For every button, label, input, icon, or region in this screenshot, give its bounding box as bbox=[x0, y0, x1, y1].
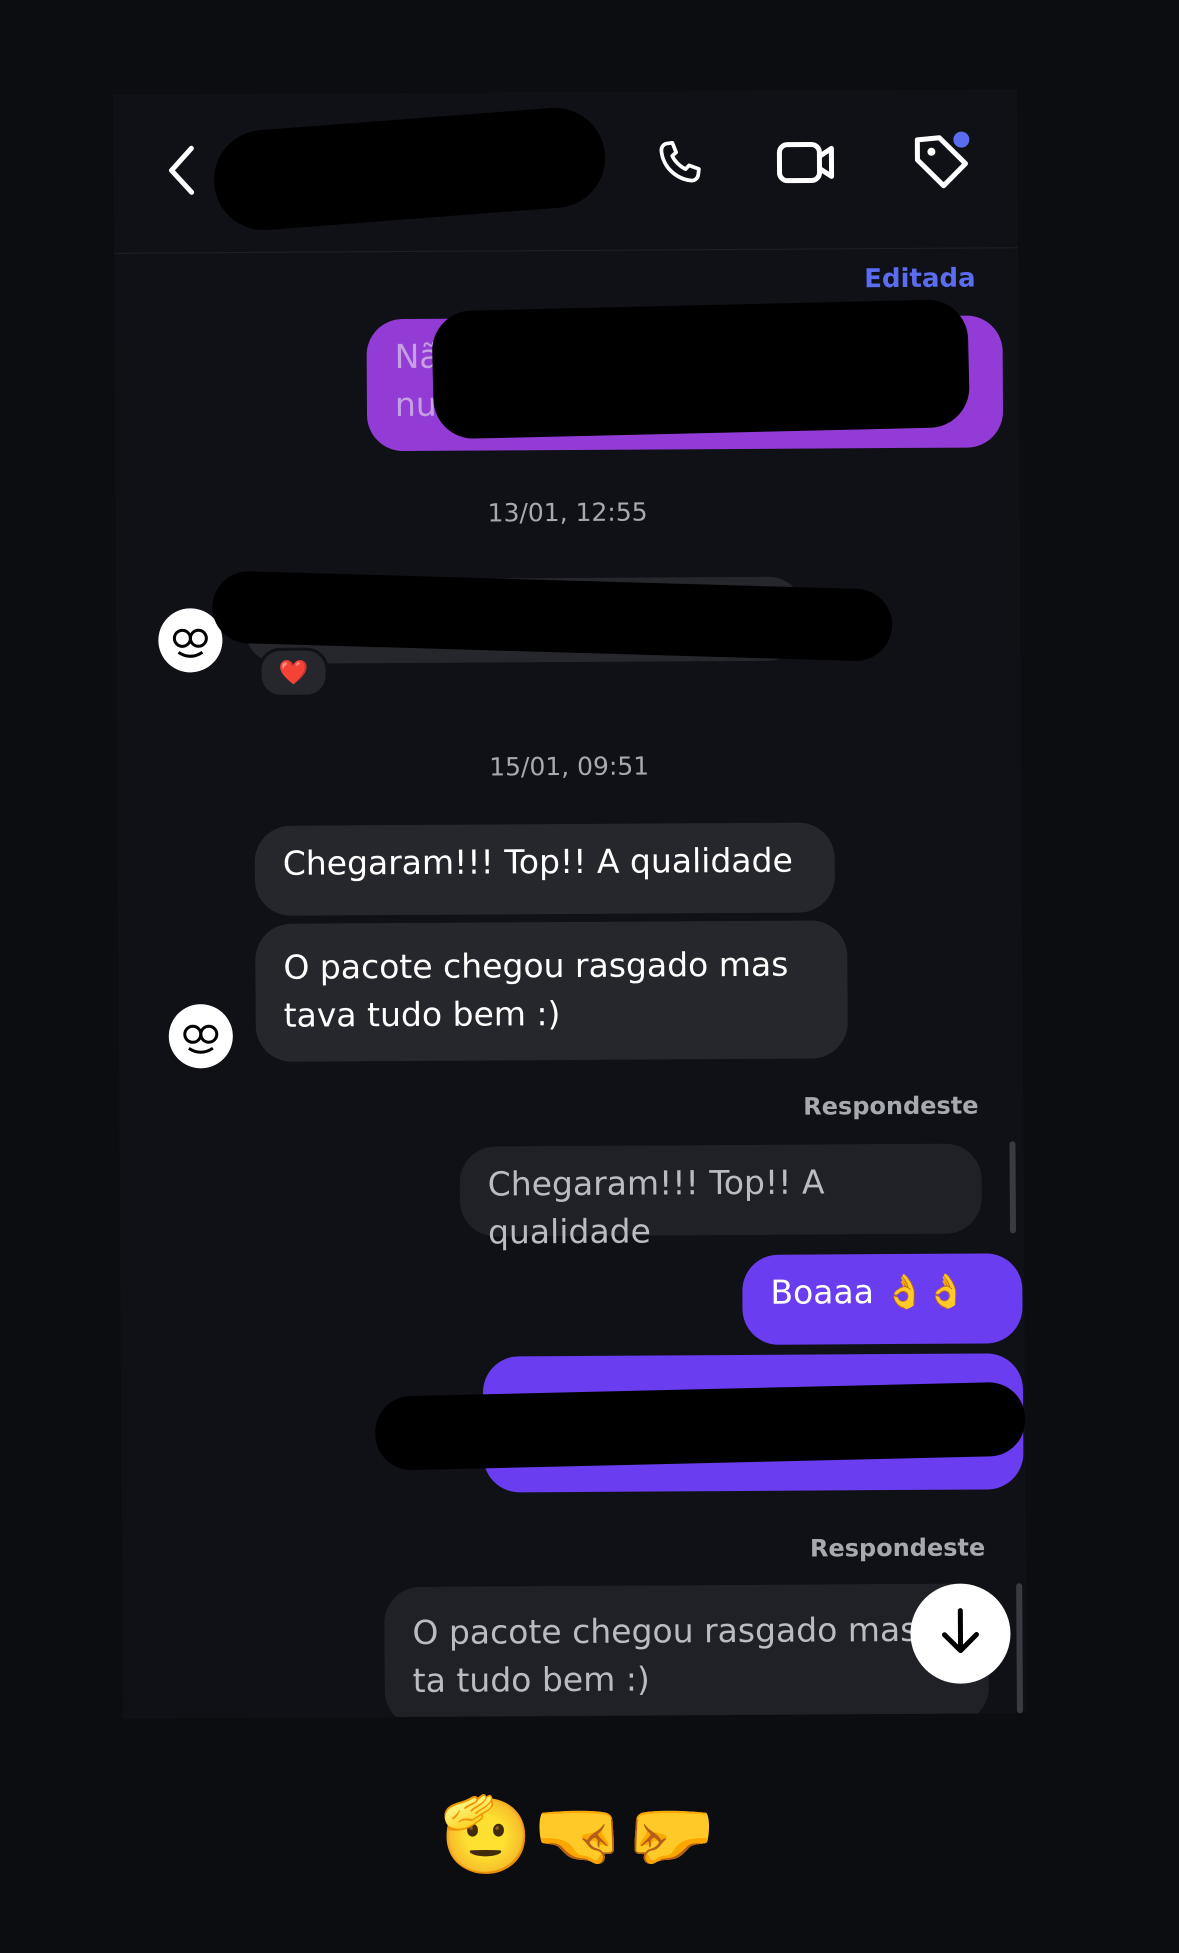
arrow-down-icon bbox=[938, 1606, 982, 1660]
emoji-caption: 🫡🤜🤛 bbox=[440, 1792, 717, 1878]
chat-screen: Editada Não num 13/01, 12:55 A ❤️ 15/01,… bbox=[113, 89, 1027, 1719]
reply-indicator bbox=[1009, 1141, 1017, 1234]
heart-icon: ❤️ bbox=[278, 658, 309, 687]
tag-icon[interactable] bbox=[909, 130, 973, 194]
reply-quote[interactable]: O pacote chegou rasgado mas ta tudo bem … bbox=[384, 1583, 990, 1719]
chevron-left-icon[interactable] bbox=[165, 144, 197, 196]
caption-emojis: 🫡🤜🤛 bbox=[440, 1790, 740, 1880]
reply-quote[interactable]: Chegaram!!! Top!! A qualidade bbox=[459, 1143, 983, 1252]
date-separator: 15/01, 09:51 bbox=[489, 751, 650, 782]
outgoing-message-bubble[interactable]: Boaaa 👌👌 bbox=[742, 1253, 1023, 1345]
video-camera-icon[interactable] bbox=[775, 134, 837, 190]
replied-label: Respondeste bbox=[803, 1091, 979, 1121]
redacted-contact-name bbox=[210, 104, 609, 234]
avatar[interactable] bbox=[168, 1004, 233, 1069]
phone-icon[interactable] bbox=[651, 135, 707, 191]
reply-indicator bbox=[1016, 1583, 1023, 1714]
incoming-message-bubble[interactable]: Chegaram!!! Top!! A qualidade bbox=[254, 822, 836, 916]
redacted-message bbox=[431, 298, 971, 440]
message-text: Chegaram!!! Top!! A qualidade bbox=[282, 840, 793, 883]
edited-label: Editada bbox=[864, 263, 976, 295]
message-text: O pacote chegou rasgado mas tava tudo be… bbox=[283, 944, 789, 1035]
incoming-message-bubble[interactable]: O pacote chegou rasgado mas tava tudo be… bbox=[255, 920, 848, 1062]
quoted-text: O pacote chegou rasgado mas ta tudo bem … bbox=[412, 1609, 918, 1700]
date-separator: 13/01, 12:55 bbox=[487, 497, 648, 528]
scroll-to-bottom-button[interactable] bbox=[910, 1583, 1011, 1684]
message-text: Boaaa 👌👌 bbox=[770, 1271, 967, 1312]
quoted-text: Chegaram!!! Top!! A qualidade bbox=[487, 1162, 825, 1252]
chat-header bbox=[113, 89, 1019, 254]
replied-label: Respondeste bbox=[809, 1533, 986, 1563]
reaction-badge[interactable]: ❤️ bbox=[258, 647, 329, 698]
redacted-message bbox=[374, 1381, 1026, 1471]
